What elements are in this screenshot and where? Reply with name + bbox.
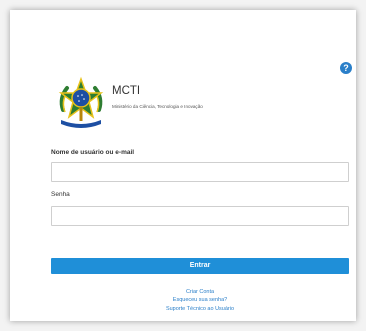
org-name: MCTI xyxy=(112,85,141,97)
login-card: ? MCTI Ministério da Ciência, Tecnologia… xyxy=(10,10,356,321)
create-account-link[interactable]: Criar Conta xyxy=(51,289,349,295)
login-button[interactable]: Entrar xyxy=(51,258,349,274)
help-icon[interactable]: ? xyxy=(340,62,352,74)
coat-of-arms-emblem xyxy=(58,76,104,128)
org-subtitle: Ministério da Ciência, Tecnologia e Inov… xyxy=(112,104,203,109)
password-input[interactable] xyxy=(51,206,349,226)
username-label: Nome de usuário ou e-mail xyxy=(51,149,135,156)
password-label: Senha xyxy=(51,191,70,198)
support-link[interactable]: Suporte Técnico ao Usuário xyxy=(51,306,349,312)
forgot-password-link[interactable]: Esqueceu sua senha? xyxy=(51,297,349,303)
username-input[interactable] xyxy=(51,162,349,182)
